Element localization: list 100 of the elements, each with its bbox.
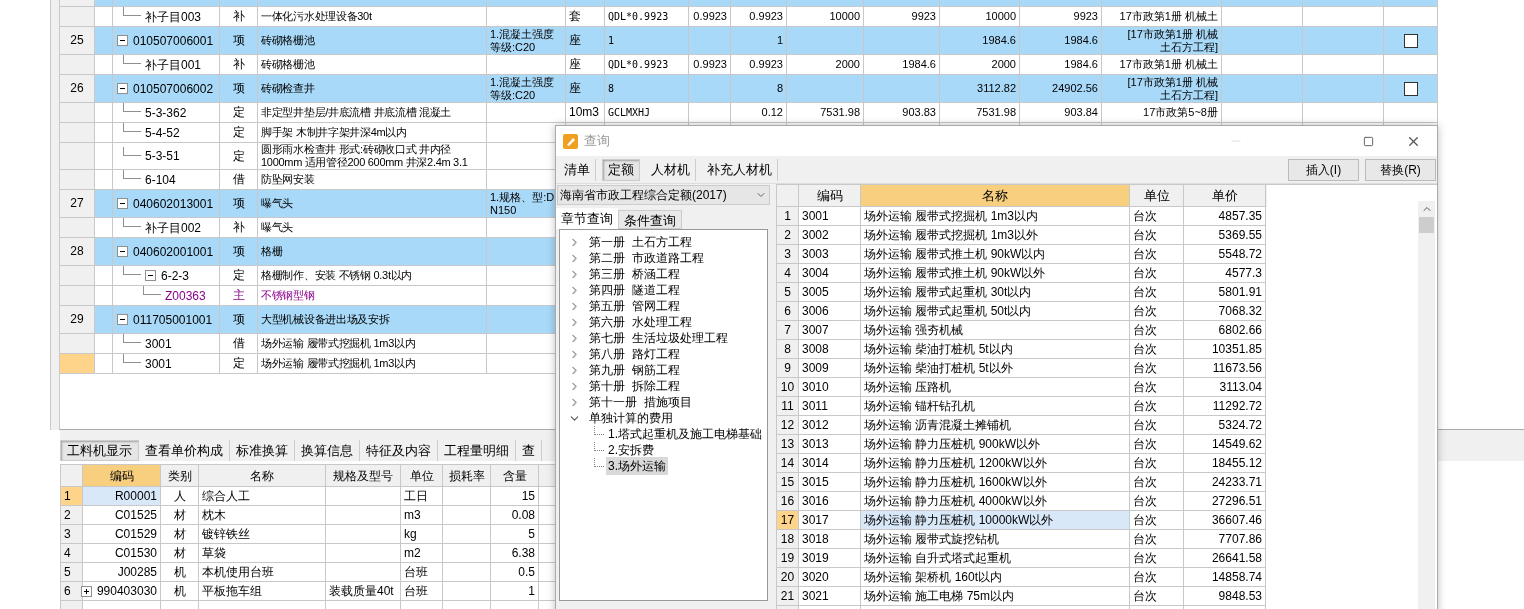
collapse-icon[interactable]	[117, 314, 128, 325]
table-cell: 综合人工	[199, 487, 326, 506]
collapse-icon[interactable]	[117, 198, 128, 209]
splitter[interactable]	[50, 0, 60, 430]
table-cell: 台班	[401, 582, 443, 601]
table-cell: 3016	[799, 492, 861, 511]
tree-item[interactable]: 第十册 拆除工程	[587, 377, 682, 395]
tree-item[interactable]: 1.塔式起重机及施工电梯基础	[606, 425, 764, 443]
table-cell: 场外运输 锚杆钻孔机	[861, 397, 1130, 416]
table-cell: 装载质量40t	[326, 582, 401, 601]
toolbar-button[interactable]: 替换(R)	[1365, 158, 1436, 181]
table-cell: 5548.72	[1184, 245, 1266, 264]
table-cell: 0.5	[491, 563, 539, 582]
table-cell: C01529	[83, 525, 161, 544]
library-dropdown[interactable]: 海南省市政工程综合定额(2017)	[557, 185, 770, 205]
table-cell: 机	[161, 563, 199, 582]
factor-cell: 0.9923	[689, 7, 731, 27]
tree-item[interactable]: 第八册 路灯工程	[587, 345, 682, 363]
quantity-cell: 0.9923	[731, 7, 787, 27]
row-header: 27	[60, 190, 95, 218]
table-cell	[443, 563, 491, 582]
column-header[interactable]: 名称	[861, 185, 1130, 207]
type-cell: 补	[220, 7, 258, 27]
table-cell: 36607.46	[1184, 511, 1266, 530]
collapse-icon[interactable]	[117, 83, 128, 94]
specialty-cell: [17市政第1册 机械土石方工程]	[1102, 27, 1222, 55]
table-cell: 3013	[799, 435, 861, 454]
row-header: 13	[777, 435, 799, 454]
tree-item[interactable]: 第九册 钢筋工程	[587, 361, 682, 379]
table-cell: 3003	[799, 245, 861, 264]
tree-item[interactable]: 第五册 管网工程	[587, 297, 682, 315]
tab[interactable]: 章节查询	[556, 208, 618, 229]
row-header: 16	[777, 492, 799, 511]
table-cell: 台次	[1130, 340, 1184, 359]
tree-item[interactable]: 第六册 水处理工程	[587, 313, 694, 331]
table-cell: 9848.53	[1184, 587, 1266, 606]
row-header: 21	[777, 587, 799, 606]
table-cell: 场外运输 履带式推土机 90kW以外	[861, 264, 1130, 283]
tree-item[interactable]: 第三册 桥涵工程	[587, 265, 682, 283]
expand-icon[interactable]	[80, 585, 92, 597]
tree-item[interactable]: 3.场外运输	[606, 457, 668, 475]
tree-item[interactable]: 2.安拆费	[606, 441, 656, 459]
table-cell: 7707.86	[1184, 530, 1266, 549]
table-cell: 3018	[799, 530, 861, 549]
expression-cell: QDL*0.9923	[605, 7, 689, 27]
tree-line	[123, 7, 141, 16]
tab[interactable]: 定额	[602, 158, 640, 181]
tab[interactable]: 清单	[559, 158, 596, 181]
collapse-icon[interactable]	[145, 270, 156, 281]
expression-cell: QDL*0.9923	[605, 55, 689, 75]
tree-item[interactable]: 第十一册 措施项目	[587, 393, 694, 411]
total-cell: 1984.6	[864, 55, 940, 75]
scrollbar-thumb[interactable]	[1419, 217, 1434, 233]
maximize-icon[interactable]	[1363, 135, 1374, 147]
row-header: 1	[61, 487, 83, 506]
price-cell: 1984.6	[940, 27, 1020, 55]
name-cell: 圆形雨水检查井 形式:砖砌收口式 井内径1000mm 适用管径200 600mm 井深2.4m 3.1	[258, 143, 487, 170]
table-cell: 10351.85	[1184, 340, 1266, 359]
tree-line	[123, 123, 141, 132]
item-code: 040602013001	[133, 195, 214, 213]
checkbox[interactable]	[1403, 81, 1418, 96]
tree-item[interactable]: 第一册 土石方工程	[587, 233, 694, 251]
row-header: 11	[777, 397, 799, 416]
name-cell: 砖砌格栅池	[258, 55, 487, 75]
collapse-icon[interactable]	[117, 246, 128, 257]
tree-item[interactable]: 第四册 隧道工程	[587, 281, 682, 299]
table-cell	[443, 544, 491, 563]
table-cell: 3002	[799, 226, 861, 245]
tab[interactable]: 条件查询	[618, 210, 682, 229]
tab[interactable]: 补充人材机	[702, 158, 778, 181]
quantity-cell: 0.9923	[731, 55, 787, 75]
table-cell: m2	[401, 544, 443, 563]
tab[interactable]: 工料机显示	[60, 440, 139, 461]
item-code: 6-104	[145, 171, 176, 189]
item-code: 5-3-51	[145, 148, 180, 165]
price-cell: 2000	[787, 55, 864, 75]
table-cell: 台次	[1130, 321, 1184, 340]
table-cell: 3009	[799, 359, 861, 378]
table-cell: 台次	[1130, 511, 1184, 530]
table-cell: 5	[491, 525, 539, 544]
tab[interactable]: 人材机	[646, 158, 696, 181]
name-cell: 格栅制作、安装 不锈钢 0.3t以内	[258, 266, 487, 286]
toolbar-button[interactable]: 插入(I)	[1288, 158, 1359, 181]
row-header: 25	[60, 27, 95, 55]
checkbox[interactable]	[1403, 33, 1418, 48]
name-cell: 曝气头	[258, 218, 487, 238]
tree-item[interactable]: 单独计算的费用	[587, 409, 675, 427]
tree-item[interactable]: 第二册 市政道路工程	[587, 249, 706, 267]
table-cell: 场外运输 履带式挖掘机 1m3以内	[861, 207, 1130, 226]
table-cell: 14549.62	[1184, 435, 1266, 454]
collapse-icon[interactable]	[117, 35, 128, 46]
table-cell: 台次	[1130, 226, 1184, 245]
unit-cell: 座	[566, 55, 605, 75]
row-header: 14	[777, 454, 799, 473]
table-cell: 3006	[799, 302, 861, 321]
table-cell	[689, 75, 731, 103]
tree-item[interactable]: 第七册 生活垃圾处理工程	[587, 329, 730, 347]
column-header[interactable]: 编码	[83, 465, 161, 487]
tree-line	[123, 170, 141, 179]
row-header: 2	[61, 506, 83, 525]
